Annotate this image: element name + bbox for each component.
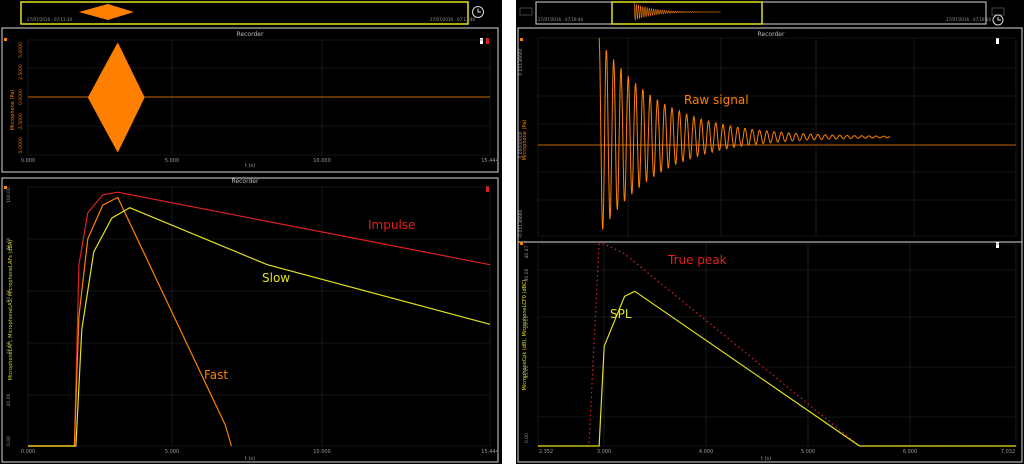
y-tick-label: -2.5000 (18, 113, 24, 131)
y-tick-label: 40.47 (524, 245, 530, 258)
y-tick-label: 10.00 (524, 365, 530, 378)
right-top-chart-title: Recorder (758, 31, 785, 38)
y-tick-label: 30.00 (524, 268, 530, 281)
x-tick-label: 5.000 (165, 449, 179, 455)
left-overview-bar[interactable]: 27/07/2016 - 07:13:30 27/07/2016 - 07:13… (20, 1, 475, 25)
left-clock-icon[interactable] (472, 6, 484, 18)
y-tick-label: 0.00 (6, 436, 12, 446)
right-overview-frame (535, 1, 987, 25)
right-bottom-xlabel: t (s) (761, 456, 771, 462)
right-top-marker-end-icon[interactable] (996, 38, 999, 44)
clock-hands-icon (477, 8, 481, 13)
y-tick-label: 0.00000000 (518, 131, 524, 158)
x-tick-label: 2.352 (539, 449, 553, 455)
left-top-ylabel: Microphone (Pa) (10, 90, 16, 130)
y-tick-label: 60.00 (6, 289, 12, 302)
raw-signal-label: Raw signal (684, 93, 749, 107)
x-tick-label: 6.000 (903, 449, 917, 455)
y-tick-label: 40.00 (6, 341, 12, 354)
left-top-chart: Recorder Microphone (Pa) 5.0000 2.5000 0.0… (1, 27, 499, 173)
right-bottom-marker-end-icon[interactable] (996, 242, 999, 248)
right-overview-start-time: 27/07/2016 - 07:19:40 (538, 17, 583, 22)
left-bottom-chart-title: Recorder (232, 178, 259, 185)
left-overview-start-time: 27/07/2016 - 07:13:30 (27, 17, 72, 22)
right-top-chart-frame (517, 27, 1023, 243)
x-tick-label: 10.000 (313, 449, 331, 455)
y-tick-label: 100.00 (6, 187, 12, 203)
left-overview-end-time: 27/07/2016 - 07:13:46 (430, 17, 475, 22)
y-tick-label: 20.00 (6, 393, 12, 406)
x-tick-label: 5.000 (165, 158, 179, 164)
x-tick-label: 15.444 (481, 449, 499, 455)
y-tick-label: -5.0000 (18, 137, 24, 155)
clock-hands-icon (997, 17, 1001, 21)
y-tick-label: 80.00 (6, 237, 12, 250)
right-bottom-marker-start-icon[interactable] (520, 242, 523, 245)
zoom-in-icon[interactable] (991, 7, 1005, 16)
x-tick-label: 0.000 (21, 158, 35, 164)
zoom-out-icon[interactable] (519, 7, 533, 16)
left-top-marker-end-icon[interactable] (480, 38, 483, 44)
impulse-label: Impulse (368, 218, 415, 232)
x-tick-label: 0.000 (21, 449, 35, 455)
x-tick-label: 7.032 (1001, 449, 1015, 455)
left-top-chart-frame (1, 27, 499, 173)
x-tick-label: 15.444 (481, 158, 499, 164)
y-tick-label: 20.00 (524, 315, 530, 328)
slow-label: Slow (262, 271, 290, 285)
left-recorder-svg: 27/07/2016 - 07:13:30 27/07/2016 - 07:13… (1, 1, 499, 463)
y-tick-label: 0.0000 (18, 89, 24, 105)
right-top-chart: Recorder Microphone (Pa) 0.011366600.000… (517, 27, 1023, 243)
left-bottom-chart-frame (1, 177, 499, 463)
y-tick-label: -0.01136660 (518, 209, 524, 238)
fast-label: Fast (204, 368, 228, 382)
x-tick-label: 10.000 (313, 158, 331, 164)
true-peak-label: True peak (667, 253, 727, 267)
right-clock-icon[interactable] (992, 14, 1004, 26)
left-top-marker-start-icon[interactable] (4, 38, 7, 41)
x-tick-label: 3.000 (597, 449, 611, 455)
x-tick-label: 4.000 (699, 449, 713, 455)
y-tick-label: 0.00 (524, 433, 530, 443)
right-overview-bar[interactable]: 27/07/2016 - 07:19:40 27/07/2016 - 07:19… (535, 1, 991, 25)
y-tick-label: 2.5000 (18, 64, 24, 80)
left-top-marker-cursor-icon[interactable] (486, 38, 489, 44)
left-recorder-window: 27/07/2016 - 07:13:30 27/07/2016 - 07:13… (0, 0, 502, 464)
left-bottom-ylabel: MicrophoneLAFi, MicrophoneLAS, Microphon… (8, 240, 14, 381)
right-bottom-chart: MicrophoneCpk (dB), MicrophoneLCF0 (dBC)… (517, 241, 1023, 463)
right-recorder-window: 27/07/2016 - 07:19:40 27/07/2016 - 07:19… (516, 0, 1024, 464)
x-tick-label: 5.000 (801, 449, 815, 455)
y-tick-label: 5.0000 (18, 42, 24, 58)
y-tick-label: 0.01136660 (518, 48, 524, 75)
right-overview-end-time: 27/07/2016 - 07:19:50 (946, 17, 991, 22)
left-bottom-chart: Recorder MicrophoneLAFi, MicrophoneLAS, … (1, 177, 499, 463)
left-bottom-xlabel: t (s) (245, 456, 255, 462)
left-top-chart-title: Recorder (237, 31, 264, 38)
spl-label: SPL (610, 307, 632, 321)
right-top-marker-start-icon[interactable] (520, 38, 523, 41)
right-recorder-svg: 27/07/2016 - 07:19:40 27/07/2016 - 07:19… (517, 1, 1023, 463)
left-top-xlabel: t (s) (245, 163, 255, 169)
